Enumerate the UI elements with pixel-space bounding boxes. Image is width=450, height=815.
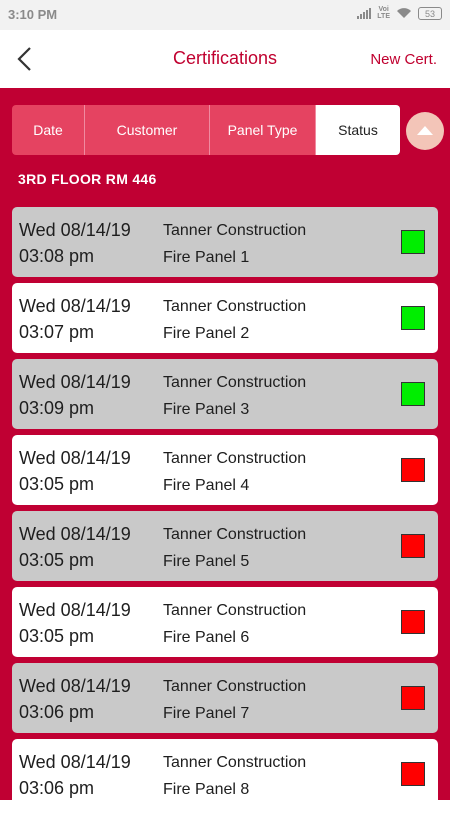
cert-customer: Tanner Construction (163, 450, 307, 467)
volte-label-bottom: LTE (377, 13, 390, 20)
cert-time: 03:06 pm (19, 778, 95, 798)
cert-customer: Tanner Construction (163, 754, 307, 771)
status-icons: Voi LTE 53 (357, 6, 442, 20)
cert-datetime: Wed 08/14/19 03:05 pm (19, 597, 131, 649)
cert-day: Wed 08/14/19 (19, 372, 131, 392)
cert-customer: Tanner Construction (163, 602, 307, 619)
list-item[interactable]: Wed 08/14/19 03:06 pm Tanner Construction F… (12, 739, 438, 809)
cert-panel: Fire Panel 1 (163, 249, 250, 266)
cert-customer: Tanner Construction (163, 678, 307, 695)
signal-icon (357, 7, 372, 19)
cert-info: Tanner Construction Fire Panel 7 (163, 673, 306, 727)
cert-panel: Fire Panel 4 (163, 477, 250, 494)
status-indicator-fail (401, 458, 425, 482)
sort-tab-customer[interactable]: Customer (85, 105, 210, 155)
cert-datetime: Wed 08/14/19 03:06 pm (19, 673, 131, 725)
cert-panel: Fire Panel 3 (163, 401, 250, 418)
battery-icon: 53 (418, 6, 442, 20)
list-item[interactable]: Wed 08/14/19 03:06 pm Tanner Construction F… (12, 663, 438, 733)
status-time: 3:10 PM (8, 7, 58, 22)
cert-datetime: Wed 08/14/19 03:09 pm (19, 369, 131, 421)
list-item[interactable]: Wed 08/14/19 03:08 pm Tanner Construction F… (12, 207, 438, 277)
status-indicator-fail (401, 610, 425, 634)
status-indicator-ok (401, 382, 425, 406)
content-area: Date Customer Panel Type Status 3RD FLOO… (0, 88, 450, 809)
cert-customer: Tanner Construction (163, 374, 307, 391)
cert-datetime: Wed 08/14/19 03:08 pm (19, 217, 131, 269)
status-bar: 3:10 PM Voi LTE 53 (0, 0, 450, 30)
volte-icon: Voi LTE (377, 6, 390, 20)
cert-day: Wed 08/14/19 (19, 220, 131, 240)
status-indicator-ok (401, 306, 425, 330)
cert-time: 03:07 pm (19, 322, 95, 342)
sort-tab-panel-type[interactable]: Panel Type (210, 105, 316, 155)
cert-datetime: Wed 08/14/19 03:07 pm (19, 293, 131, 345)
sort-tab-date[interactable]: Date (12, 105, 85, 155)
sort-tabs: Date Customer Panel Type Status (12, 105, 400, 155)
cert-time: 03:05 pm (19, 626, 95, 646)
chevron-up-icon (417, 126, 433, 135)
cert-panel: Fire Panel 6 (163, 629, 250, 646)
cert-panel: Fire Panel 7 (163, 705, 250, 722)
cert-info: Tanner Construction Fire Panel 3 (163, 369, 306, 423)
list-item[interactable]: Wed 08/14/19 03:05 pm Tanner Construction F… (12, 587, 438, 657)
cert-day: Wed 08/14/19 (19, 676, 131, 696)
status-indicator-fail (401, 534, 425, 558)
cert-info: Tanner Construction Fire Panel 4 (163, 445, 306, 499)
cert-time: 03:09 pm (19, 398, 95, 418)
cert-day: Wed 08/14/19 (19, 752, 131, 772)
wifi-icon (397, 8, 411, 18)
cert-panel: Fire Panel 5 (163, 553, 250, 570)
cert-day: Wed 08/14/19 (19, 524, 131, 544)
volte-label-top: Voi (378, 6, 389, 13)
list-item[interactable]: Wed 08/14/19 03:07 pm Tanner Construction F… (12, 283, 438, 353)
list-item[interactable]: Wed 08/14/19 03:05 pm Tanner Construction F… (12, 511, 438, 581)
cert-time: 03:05 pm (19, 474, 95, 494)
list-item[interactable]: Wed 08/14/19 03:09 pm Tanner Construction F… (12, 359, 438, 429)
cert-datetime: Wed 08/14/19 03:05 pm (19, 445, 131, 497)
cert-customer: Tanner Construction (163, 222, 307, 239)
cert-info: Tanner Construction Fire Panel 1 (163, 217, 306, 271)
cert-day: Wed 08/14/19 (19, 448, 131, 468)
cert-time: 03:06 pm (19, 702, 95, 722)
cert-customer: Tanner Construction (163, 298, 307, 315)
cert-panel: Fire Panel 8 (163, 781, 250, 798)
battery-level: 53 (424, 8, 435, 19)
new-cert-button[interactable]: New Cert. (370, 51, 437, 68)
app-bar: Certifications New Cert. (0, 30, 450, 88)
cert-datetime: Wed 08/14/19 03:05 pm (19, 521, 131, 573)
cert-info: Tanner Construction Fire Panel 8 (163, 749, 306, 803)
sort-tab-status[interactable]: Status (316, 105, 400, 155)
status-indicator-ok (401, 230, 425, 254)
cert-datetime: Wed 08/14/19 03:06 pm (19, 749, 131, 801)
status-indicator-fail (401, 762, 425, 786)
group-label: 3RD FLOOR RM 446 (18, 171, 157, 187)
cert-info: Tanner Construction Fire Panel 2 (163, 293, 306, 347)
cert-info: Tanner Construction Fire Panel 6 (163, 597, 306, 651)
collapse-button[interactable] (406, 112, 444, 150)
list-item[interactable]: Wed 08/14/19 03:05 pm Tanner Construction F… (12, 435, 438, 505)
cert-time: 03:08 pm (19, 246, 95, 266)
status-indicator-fail (401, 686, 425, 710)
cert-customer: Tanner Construction (163, 526, 307, 543)
cert-info: Tanner Construction Fire Panel 5 (163, 521, 306, 575)
cert-day: Wed 08/14/19 (19, 600, 131, 620)
certification-list: Wed 08/14/19 03:08 pm Tanner Construction F… (12, 207, 438, 815)
cert-day: Wed 08/14/19 (19, 296, 131, 316)
cert-time: 03:05 pm (19, 550, 95, 570)
cert-panel: Fire Panel 2 (163, 325, 250, 342)
